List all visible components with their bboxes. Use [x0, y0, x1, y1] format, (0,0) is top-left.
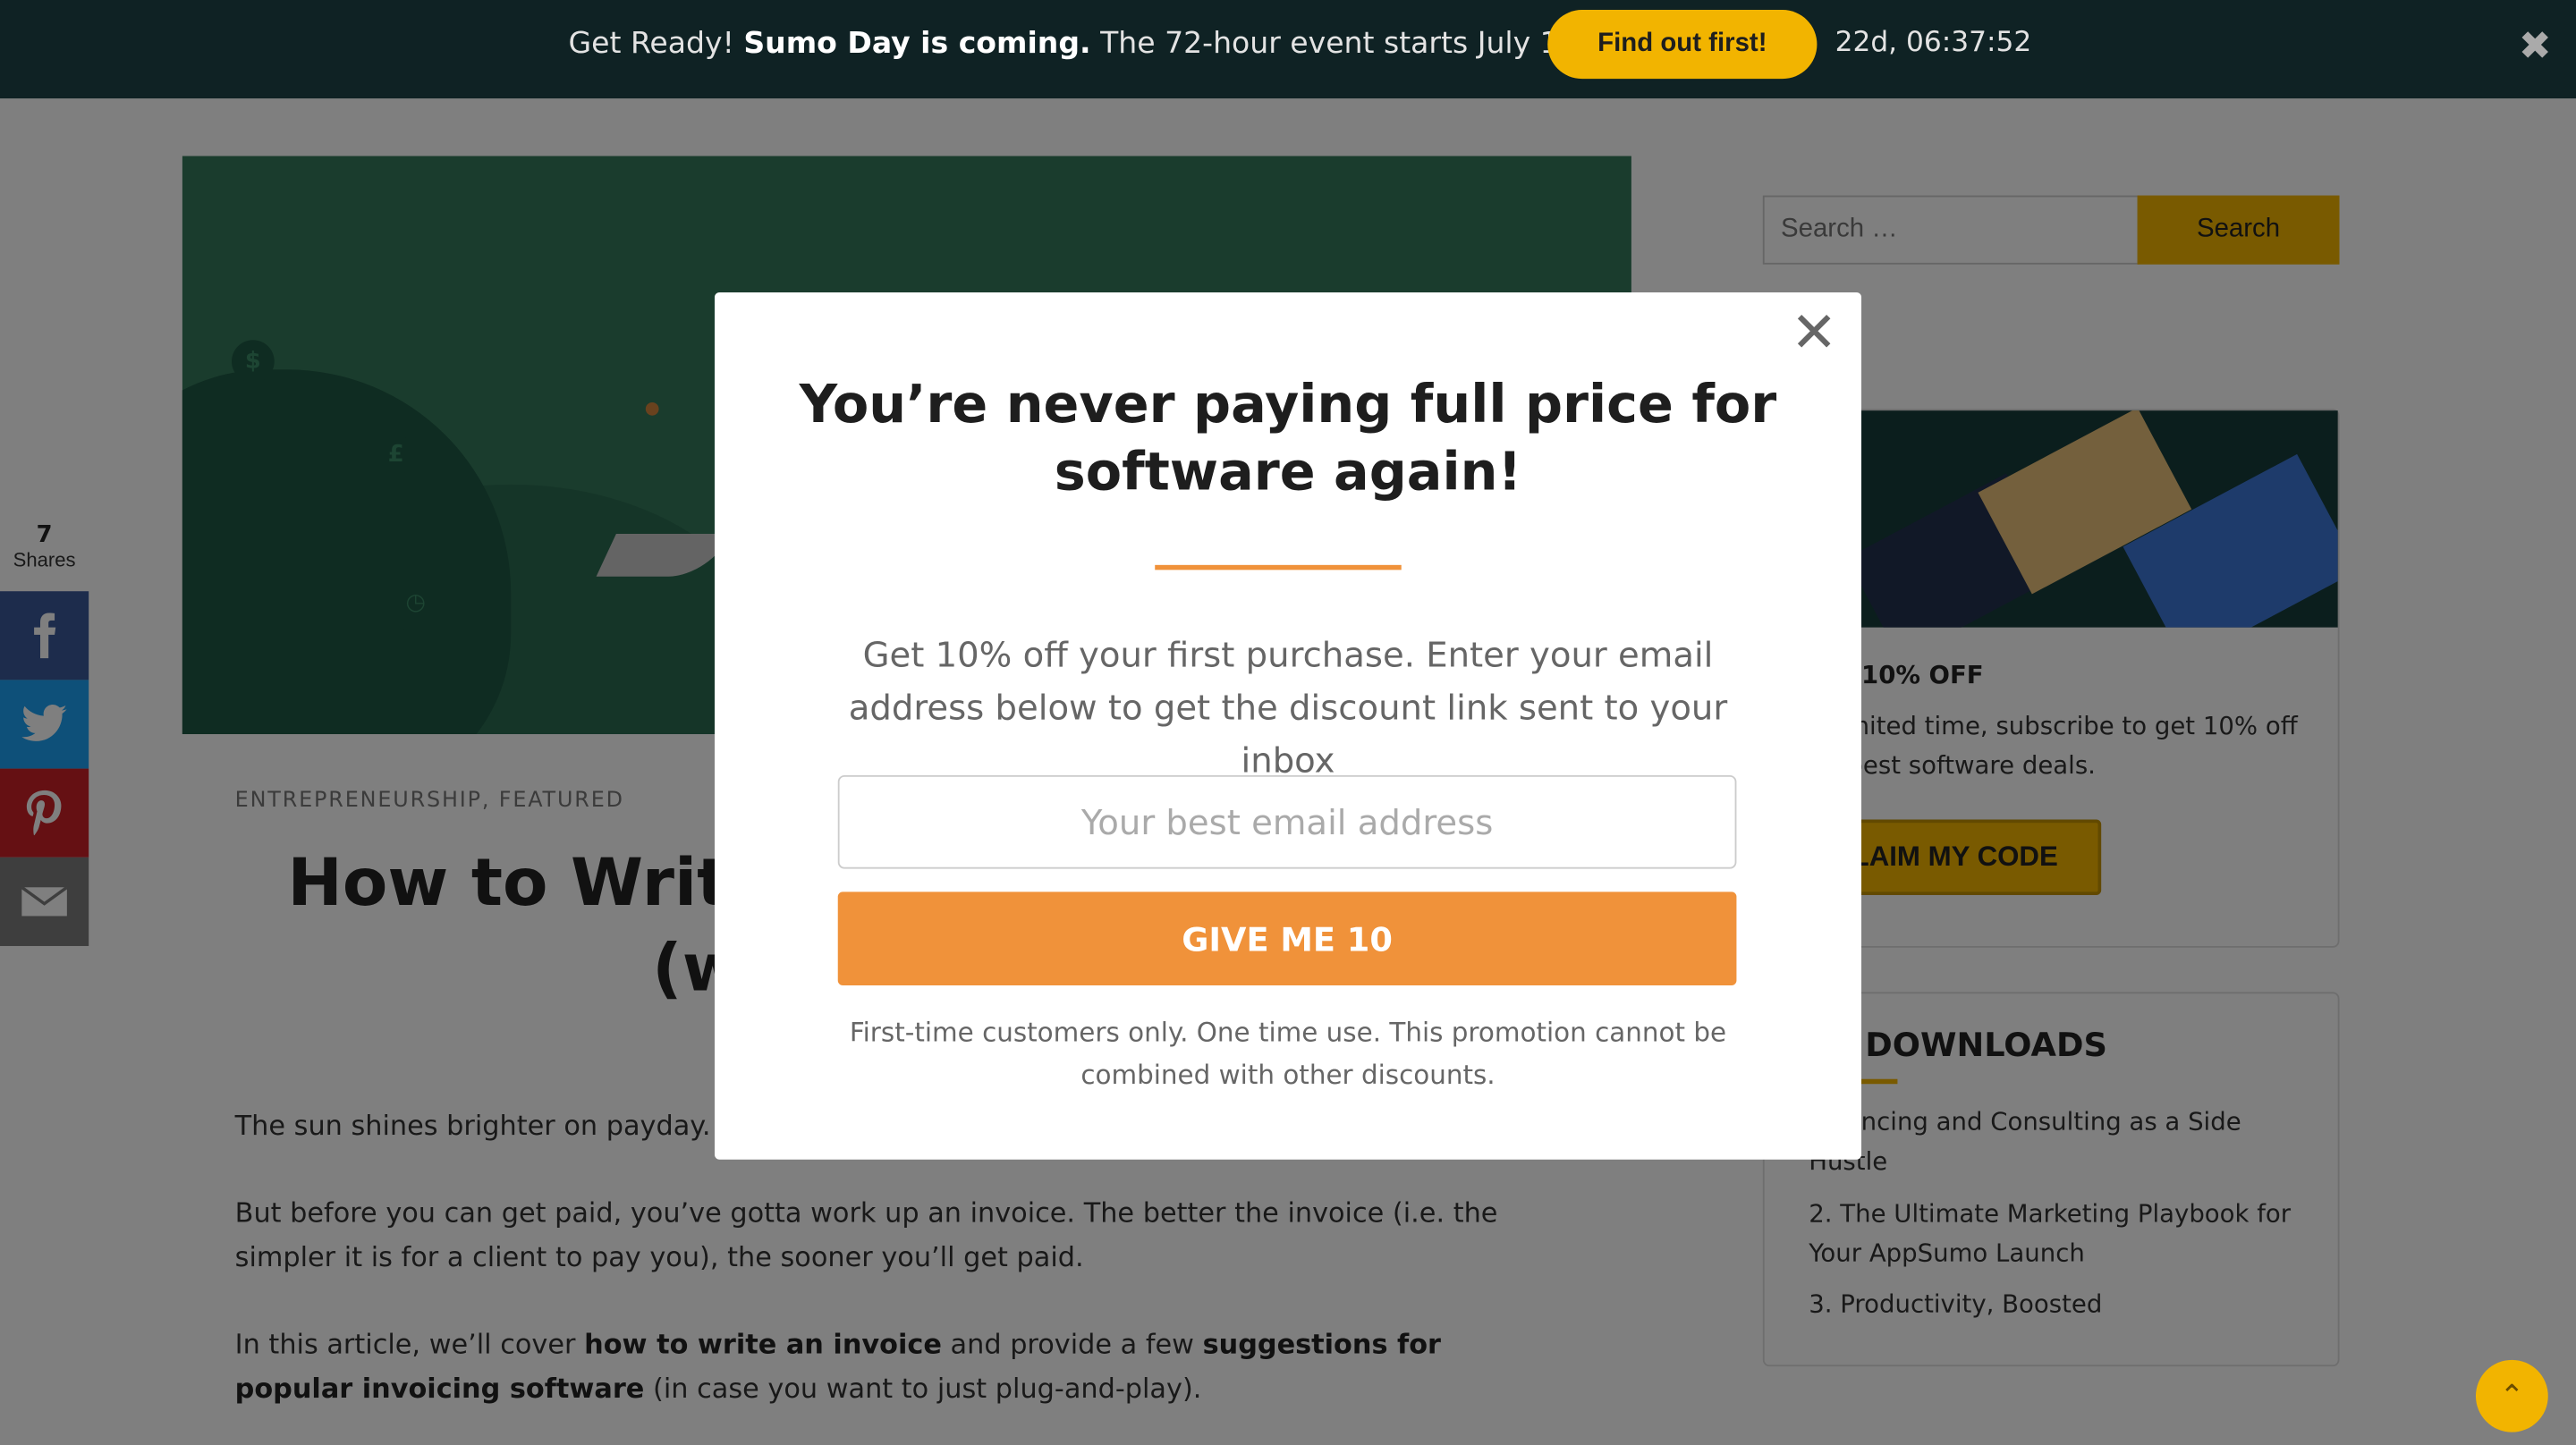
modal-divider: [1155, 564, 1402, 570]
countdown-timer: 22d, 06:37:52: [1835, 26, 2032, 60]
modal-subtext: Get 10% off your first purchase. Enter y…: [848, 635, 1728, 781]
discount-modal: ✕ You’re never paying full price for sof…: [714, 292, 1862, 1160]
page: Get Ready! Sumo Day is coming. The 72-ho…: [0, 0, 2576, 1445]
modal-fine-print: First-time customers only. One time use.…: [849, 1016, 1727, 1091]
modal-close-icon[interactable]: ✕: [1791, 306, 1837, 361]
chevron-up-icon: ⌃: [2499, 1378, 2525, 1414]
banner-close-icon[interactable]: ✖: [2519, 23, 2552, 69]
announcement-bold: Sumo Day is coming.: [743, 26, 1091, 61]
announcement-message: Get Ready! Sumo Day is coming. The 72-ho…: [569, 26, 1682, 61]
give-me-10-button[interactable]: GIVE ME 10: [837, 892, 1737, 986]
modal-heading: You’re never paying full price for softw…: [799, 372, 1777, 503]
find-out-first-button[interactable]: Find out first!: [1547, 10, 1818, 80]
scroll-to-top-button[interactable]: ⌃: [2475, 1359, 2548, 1432]
announcement-lead: Get Ready!: [568, 26, 744, 61]
email-field[interactable]: [837, 774, 1737, 869]
announcement-bar: Get Ready! Sumo Day is coming. The 72-ho…: [0, 0, 2576, 99]
